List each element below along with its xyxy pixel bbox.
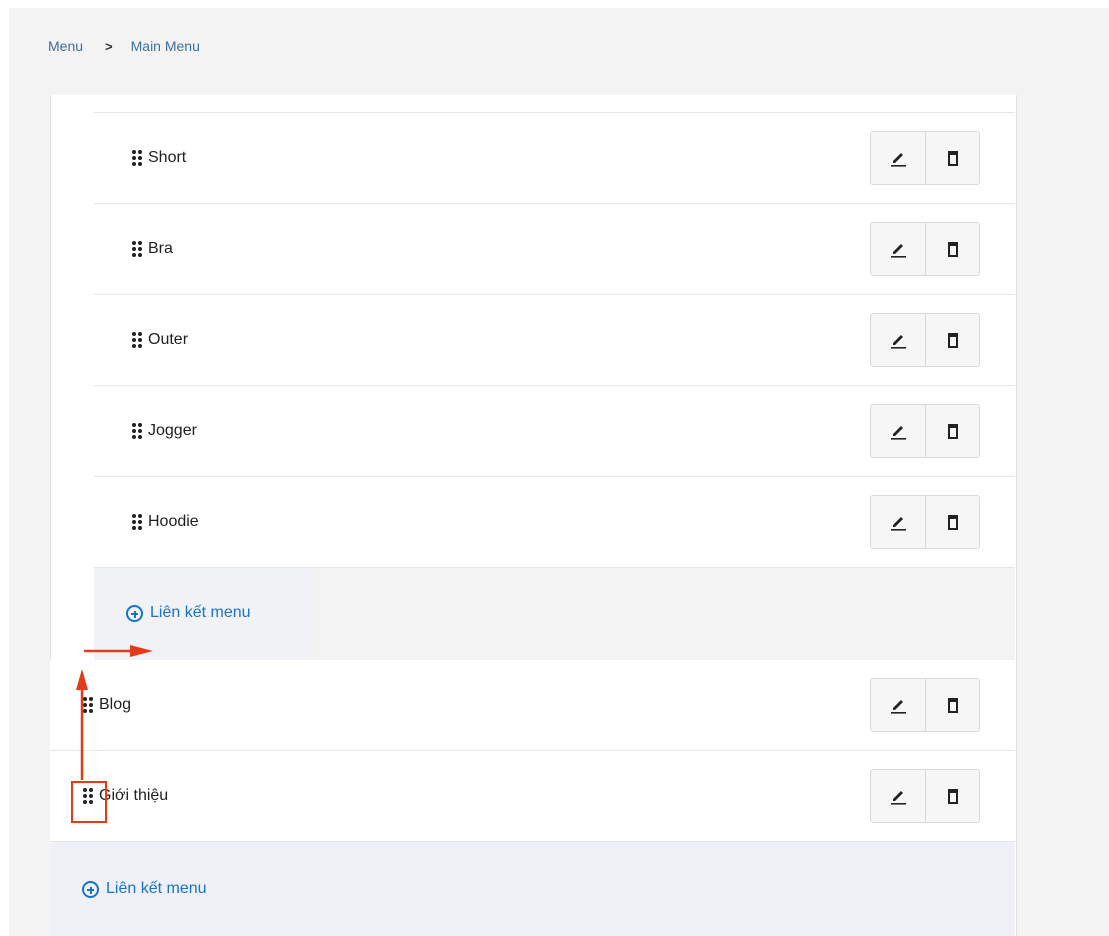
annotation-arrowhead-up [76, 669, 88, 690]
annotation-arrows [76, 645, 153, 780]
annotation-arrowhead-right [130, 645, 153, 657]
